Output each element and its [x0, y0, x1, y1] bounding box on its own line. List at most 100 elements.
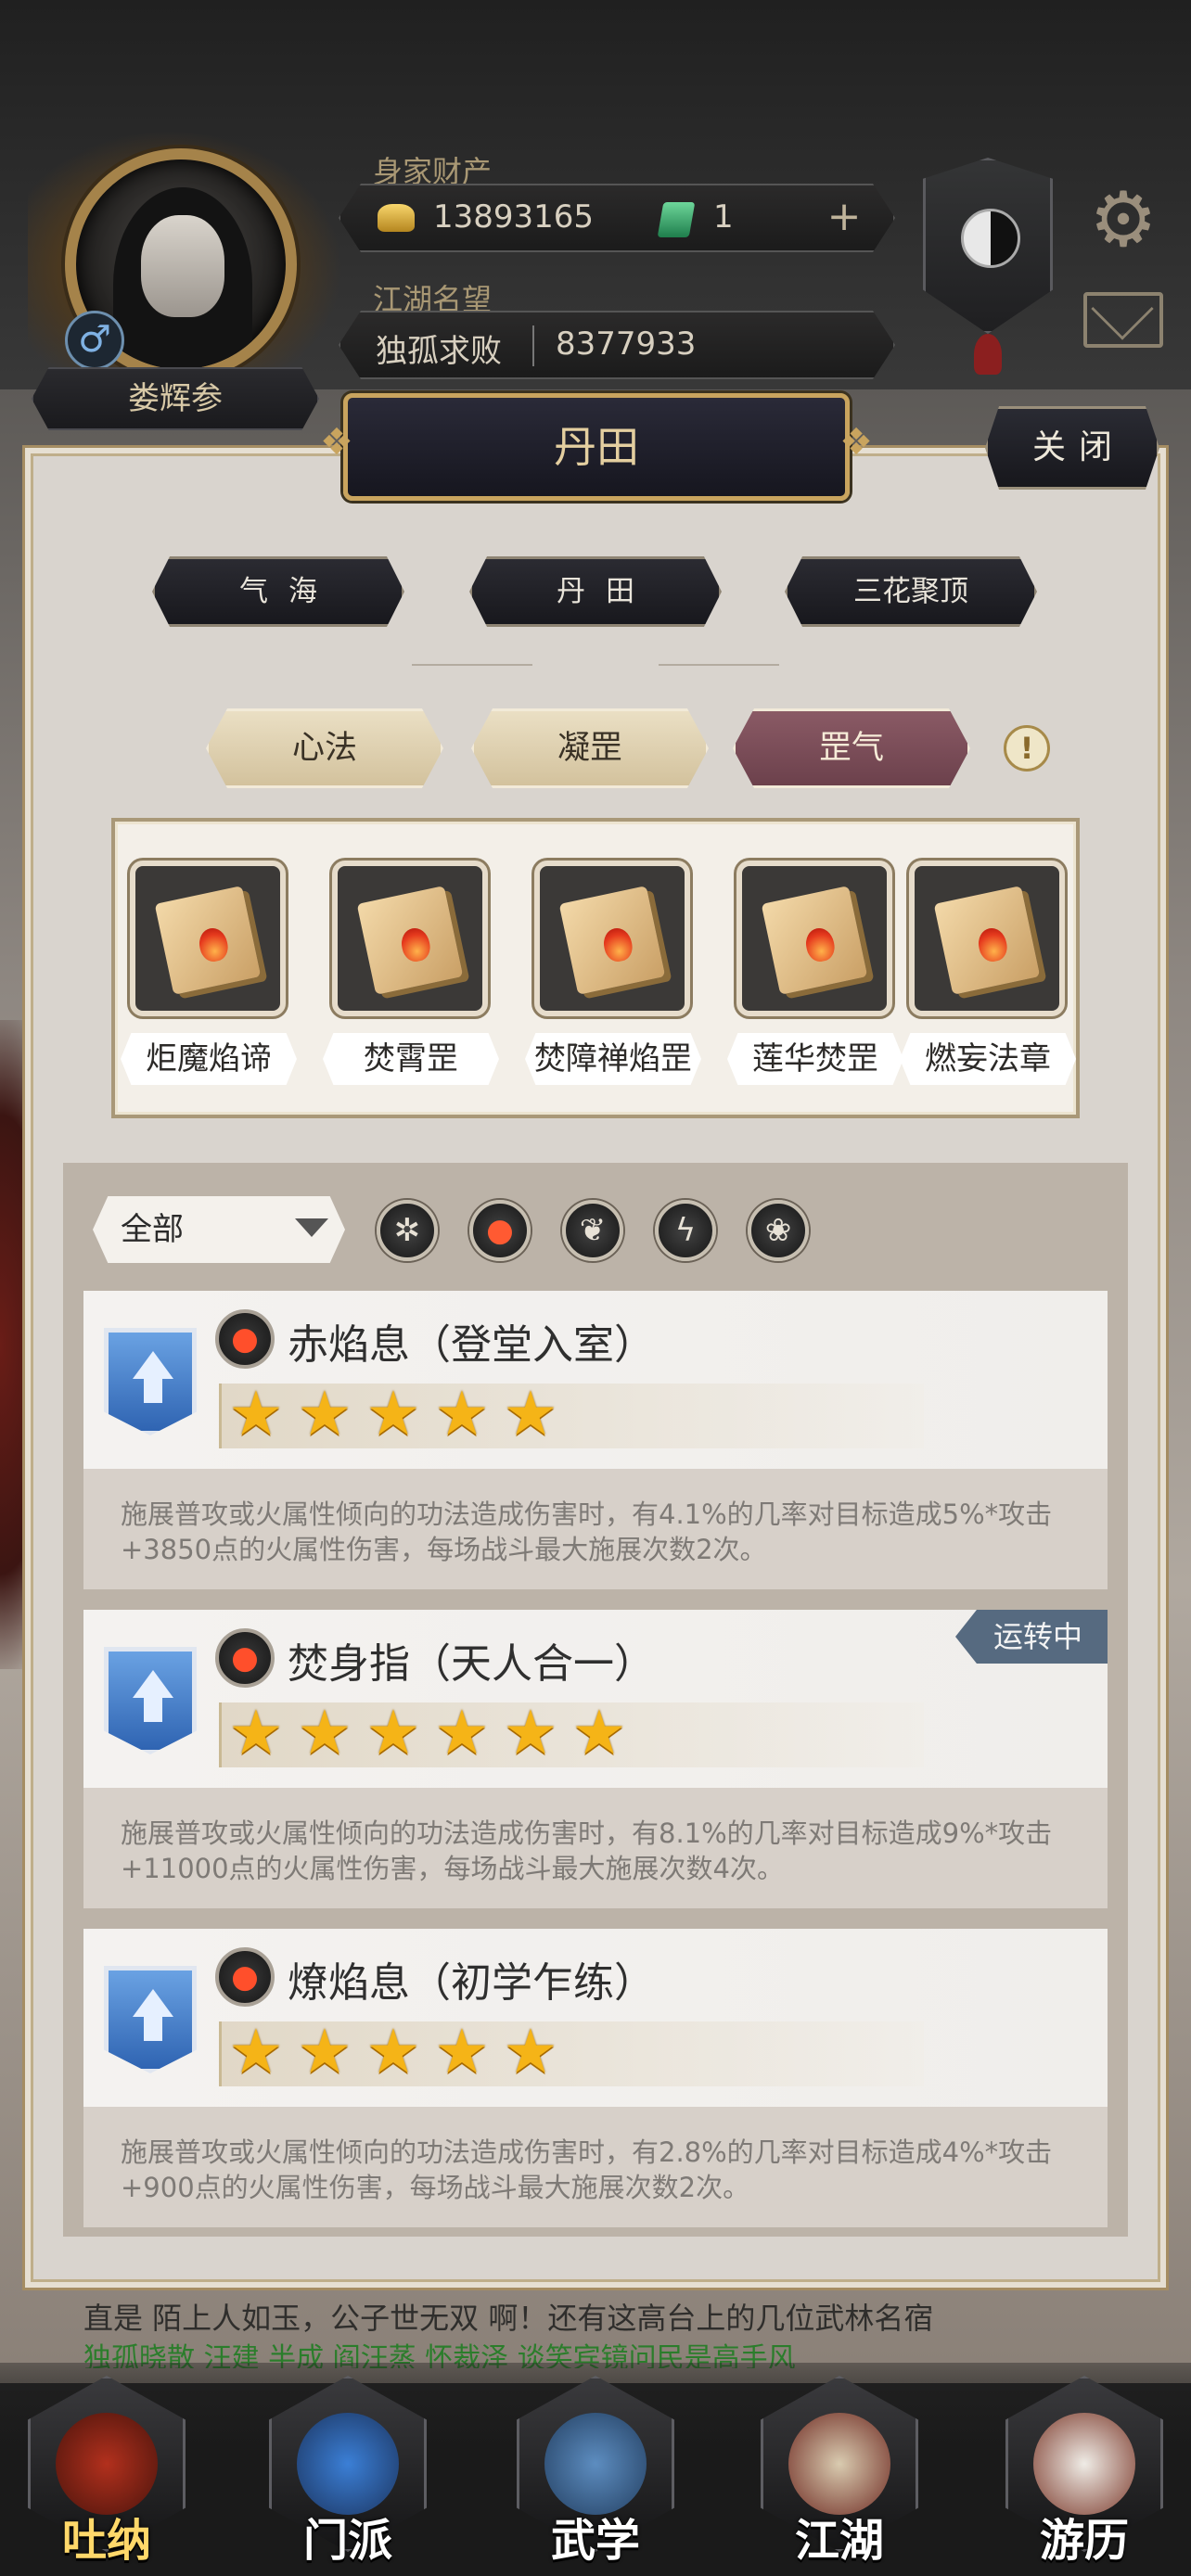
divider-ornament-right: [659, 664, 779, 677]
lotus-element-icon[interactable]: ❀: [748, 1200, 809, 1261]
fire-icon: ●: [215, 1628, 275, 1688]
book-frame: [736, 861, 892, 1016]
chevron-down-icon: [295, 1218, 328, 1237]
nav-label: 门派: [302, 2515, 392, 2567]
star-icon: ★: [297, 1378, 352, 1449]
rank-arrow-head: [133, 1989, 173, 2017]
book-label: 焚障禅焰罡: [525, 1033, 701, 1085]
book-item[interactable]: 焚障禅焰罡: [525, 861, 711, 1092]
skill-card[interactable]: ● 燎焰息（初学乍练） ★ ★ ★ ★ ★ 施展普攻或火属性倾向的功法造成伤害时，有2.…: [83, 1929, 1108, 2227]
nav-label: 江湖: [794, 2515, 884, 2567]
skill-description: 施展普攻或火属性倾向的功法造成伤害时，有2.8%的几率对目标造成4%*攻击+90…: [121, 2136, 1053, 2203]
add-currency-button[interactable]: +: [821, 195, 867, 241]
nav-label: 武学: [550, 2515, 640, 2567]
book-label: 莲华焚罡: [727, 1033, 903, 1085]
skill-name: 燎焰息（初学乍练）: [288, 1959, 655, 2007]
book-frame: [332, 861, 488, 1016]
tassel-decoration: [974, 334, 1002, 375]
star-icon: ★: [503, 1378, 558, 1449]
skill-description: 施展普攻或火属性倾向的功法造成伤害时，有4.1%的几率对目标造成5%*攻击+38…: [121, 1498, 1053, 1565]
meditation-icon: [56, 2413, 158, 2515]
gear-icon[interactable]: ⚙: [1083, 181, 1163, 261]
subtab-ninggang[interactable]: 凝罡: [471, 708, 709, 788]
skill-card[interactable]: ● 赤焰息（登堂入室） ★ ★ ★ ★ ★ 施展普攻或火属性倾向的功法造成伤害时，有4.…: [83, 1291, 1108, 1589]
fire-icon: [975, 925, 1010, 964]
fire-icon: ●: [215, 1309, 275, 1369]
book-frame: [909, 861, 1065, 1016]
star-icon: ★: [228, 2016, 284, 2087]
nav-menpai[interactable]: 门派: [250, 2376, 445, 2570]
player-avatar-area[interactable]: ♂: [28, 130, 352, 408]
star-icon: ★: [365, 1697, 421, 1768]
star-icon: ★: [297, 1697, 352, 1768]
skill-name: 焚身指（天人合一）: [288, 1640, 655, 1688]
nav-jianghu[interactable]: 江湖: [742, 2376, 937, 2570]
rank-arrow-stem: [144, 1696, 162, 1722]
book-icon: [761, 886, 868, 995]
book-item[interactable]: 燃妄法章: [900, 861, 1076, 1092]
fame-bar: 独孤求败 8377933: [339, 311, 895, 379]
player-name: 娄辉参: [32, 367, 319, 430]
sect-flags-icon: [297, 2413, 399, 2515]
star-icon: ★: [434, 1378, 490, 1449]
star-icon: ★: [571, 1697, 627, 1768]
star-icon: ★: [228, 1378, 284, 1449]
star-icon: ★: [503, 2016, 558, 2087]
rank-arrow-stem: [144, 1377, 162, 1403]
nav-tuna[interactable]: 吐纳: [9, 2376, 204, 2570]
rank-arrow-stem: [144, 2015, 162, 2041]
book-icon: [154, 886, 262, 995]
book-item[interactable]: 莲华焚罡: [727, 861, 913, 1092]
wood-element-icon[interactable]: ❦: [562, 1200, 623, 1261]
tab-dantian[interactable]: 丹田: [469, 556, 722, 627]
star-rating: ★ ★ ★ ★ ★: [219, 2016, 924, 2087]
book-label: 燃妄法章: [900, 1033, 1076, 1085]
star-icon: ★: [434, 2016, 490, 2087]
book-item[interactable]: 炬魔焰谛: [121, 861, 306, 1092]
info-icon[interactable]: !: [1004, 725, 1050, 772]
book-item[interactable]: 焚霄罡: [323, 861, 508, 1092]
nav-wuxue[interactable]: 武学: [498, 2376, 693, 2570]
subtab-gangqi[interactable]: 罡气: [733, 708, 970, 788]
wealth-bar: 13893165 1 +: [339, 184, 895, 252]
star-icon: ★: [503, 1697, 558, 1768]
star-icon: ★: [297, 2016, 352, 2087]
all-element-icon[interactable]: ✲: [377, 1200, 438, 1261]
scroll-books-icon: [544, 2413, 647, 2515]
fire-icon: [600, 925, 635, 964]
tab-qihai[interactable]: 气海: [152, 556, 404, 627]
book-label: 焚霄罡: [323, 1033, 499, 1085]
star-rating: ★ ★ ★ ★ ★ ★: [219, 1697, 924, 1768]
book-icon: [933, 886, 1041, 995]
fire-element-icon[interactable]: ●: [469, 1200, 531, 1261]
tab-sanhua[interactable]: 三花聚顶: [785, 556, 1037, 627]
jade-icon: [657, 202, 696, 237]
taiji-icon: [961, 209, 1020, 268]
thunder-element-icon[interactable]: ϟ: [655, 1200, 716, 1261]
fame-divider: [532, 325, 534, 366]
skill-list-area: 全部 ✲ ● ❦ ϟ ❀ ● 赤焰息（登堂入室） ★ ★ ★ ★ ★ 施展普攻或火属性倾…: [63, 1163, 1128, 2237]
nav-youli[interactable]: 游历: [987, 2376, 1182, 2570]
white-horse-icon: [1033, 2413, 1135, 2515]
jade-amount: 1: [713, 198, 734, 236]
book-frame: [130, 861, 286, 1016]
skill-name: 赤焰息（登堂入室）: [288, 1321, 655, 1369]
skill-card[interactable]: ● 焚身指（天人合一） ★ ★ ★ ★ ★ ★ 运转中 施展普攻或火属性倾向的功法造成伤害…: [83, 1610, 1108, 1908]
mail-icon[interactable]: [1083, 292, 1163, 348]
close-button[interactable]: 关闭: [985, 406, 1159, 490]
chat-message: 直是 陌上人如玉，公子世无双 啊！还有这高台上的几位武林名宿: [83, 2301, 934, 2336]
star-icon: ★: [228, 1697, 284, 1768]
fire-icon: [196, 925, 231, 964]
running-badge: 运转中: [955, 1610, 1108, 1664]
book-label: 炬魔焰谛: [121, 1033, 297, 1085]
fame-title: 独孤求败: [376, 333, 502, 370]
panel-title: 丹田: [320, 393, 873, 501]
fire-icon: ●: [215, 1947, 275, 2007]
divider-ornament-left: [412, 664, 532, 677]
book-frame: [534, 861, 690, 1016]
bamboo-hat-icon: [788, 2413, 890, 2515]
subtab-xinfa[interactable]: 心法: [206, 708, 443, 788]
star-icon: ★: [434, 1697, 490, 1768]
gold-ingot-icon: [378, 204, 415, 232]
rank-arrow-head: [133, 1351, 173, 1379]
